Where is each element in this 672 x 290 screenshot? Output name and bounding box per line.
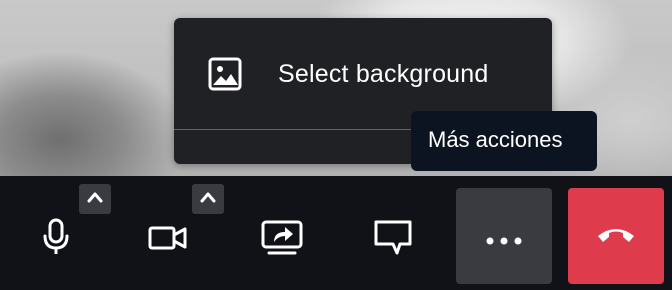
chat-bubble-icon — [373, 219, 413, 262]
microphone-icon — [42, 218, 70, 261]
chat-button[interactable] — [356, 200, 432, 276]
tooltip: Más acciones — [411, 111, 597, 171]
more-dots-icon — [486, 232, 522, 250]
share-screen-icon — [261, 220, 303, 261]
chevron-up-icon — [87, 192, 103, 203]
chevron-up-icon — [200, 192, 216, 203]
share-screen-button[interactable] — [244, 200, 320, 276]
hang-up-button[interactable] — [568, 188, 664, 284]
video-camera-icon — [148, 226, 188, 255]
more-actions-button[interactable] — [456, 188, 552, 284]
microphone-options-button[interactable] — [79, 184, 111, 214]
phone-hangup-icon — [596, 224, 636, 251]
menu-item-label: Select background — [278, 60, 489, 88]
camera-options-button[interactable] — [192, 184, 224, 214]
tooltip-text: Más acciones — [428, 127, 563, 152]
image-icon — [208, 57, 242, 91]
